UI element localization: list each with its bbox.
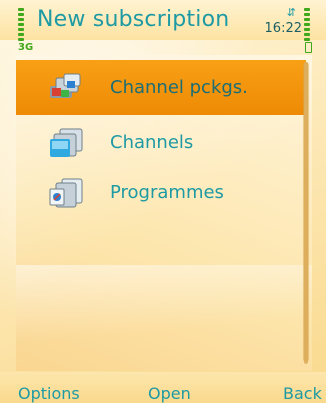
programmes-icon [49,178,83,208]
clock-area: ⇵ 16:22 [262,6,302,36]
channel-packages-icon [50,73,81,98]
menu-item-label: Channels [110,132,194,153]
page-title: New subscription [37,7,230,32]
network-type-label: 3G [18,42,34,53]
background-curve [16,265,312,371]
channels-icon [50,128,83,157]
softkey-bar: Options Open Back [0,372,326,403]
battery-level-indicator [304,8,310,42]
signal-strength-indicator [18,8,24,42]
menu-list: Channel pckgs. Channels Programmes [16,55,312,371]
scrollbar-thumb[interactable] [303,62,309,362]
battery-icon [305,42,312,53]
menu-item-channel-packages[interactable]: Channel pckgs. [16,60,306,115]
menu-item-label: Channel pckgs. [110,77,248,98]
menu-item-channels[interactable]: Channels [16,115,306,170]
open-softkey[interactable]: Open [148,384,191,403]
back-softkey[interactable]: Back [283,384,322,403]
options-softkey[interactable]: Options [18,384,80,403]
title-bar: New subscription ⇵ 16:22 [0,0,326,42]
menu-item-label: Programmes [110,182,224,203]
phone-screen: New subscription ⇵ 16:22 3G Channel pckg… [0,0,326,403]
menu-item-programmes[interactable]: Programmes [16,165,306,220]
clock: 16:22 [264,21,302,36]
packet-data-icon: ⇵ [286,6,296,19]
